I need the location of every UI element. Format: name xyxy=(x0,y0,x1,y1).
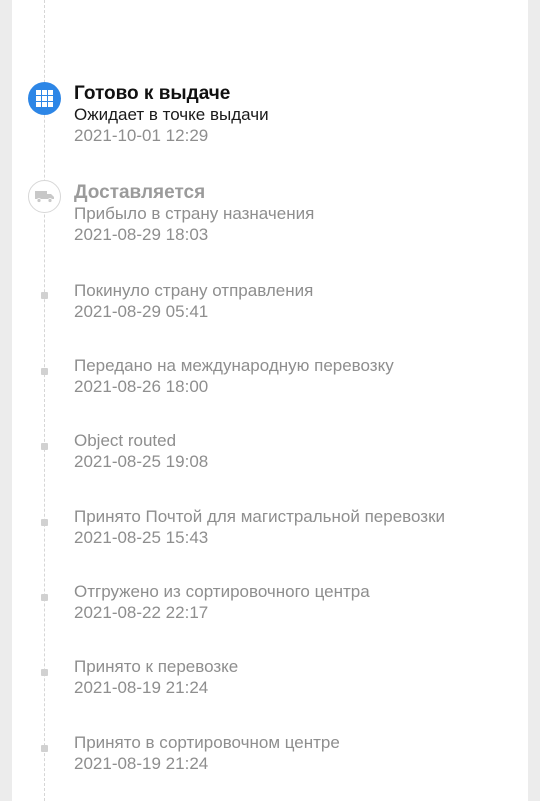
timeline-dot xyxy=(41,745,48,752)
event-description: Принято Почтой для магистральной перевоз… xyxy=(74,507,446,526)
event-datetime: 2021-08-19 21:24 xyxy=(74,754,209,773)
event-datetime: 2021-08-19 21:24 xyxy=(74,678,209,697)
event-description: Передано на международную перевозку xyxy=(74,356,394,375)
event-datetime: 2021-08-22 22:17 xyxy=(74,603,209,622)
event-description: Покинуло страну отправления xyxy=(74,281,314,300)
event-texts: Доставляется Прибыло в страну назначения… xyxy=(74,182,514,245)
timeline-dot xyxy=(41,594,48,601)
event-datetime: 2021-08-29 18:03 xyxy=(74,225,209,244)
event-datetime: 2021-08-25 15:43 xyxy=(74,528,209,547)
event-texts: Принято Почтой для магистральной перевоз… xyxy=(74,506,514,548)
grid-icon xyxy=(36,90,53,107)
event-datetime: 2021-10-01 12:29 xyxy=(74,126,209,145)
event-title: Доставляется xyxy=(74,182,206,203)
status-marker xyxy=(28,180,61,213)
event-description: Принято в сортировочном центре xyxy=(74,733,340,752)
tracking-history-card: Готово к выдаче Ожидает в точке выдачи 2… xyxy=(12,0,528,801)
event-title: Готово к выдаче xyxy=(74,83,231,104)
timeline-dot xyxy=(41,292,48,299)
status-marker-active xyxy=(28,82,61,115)
truck-icon xyxy=(34,191,54,203)
event-description: Принято к перевозке xyxy=(74,657,239,676)
event-texts: Передано на международную перевозку 2021… xyxy=(74,355,514,397)
event-description: Отгружено из сортировочного центра xyxy=(74,582,370,601)
event-description: Прибыло в страну назначения xyxy=(74,204,315,223)
event-datetime: 2021-08-29 05:41 xyxy=(74,302,209,321)
event-texts: Покинуло страну отправления 2021-08-29 0… xyxy=(74,280,514,322)
event-texts: Принято к перевозке 2021-08-19 21:24 xyxy=(74,656,514,698)
event-texts: Отгружено из сортировочного центра 2021-… xyxy=(74,581,514,623)
event-description: Ожидает в точке выдачи xyxy=(74,105,269,124)
timeline-dot xyxy=(41,669,48,676)
event-texts: Принято в сортировочном центре 2021-08-1… xyxy=(74,732,514,774)
event-datetime: 2021-08-25 19:08 xyxy=(74,452,209,471)
timeline-dot xyxy=(41,519,48,526)
event-datetime: 2021-08-26 18:00 xyxy=(74,377,209,396)
timeline-dot xyxy=(41,443,48,450)
timeline-dot xyxy=(41,368,48,375)
timeline-line xyxy=(44,0,45,801)
event-texts: Object routed 2021-08-25 19:08 xyxy=(74,430,514,472)
event-description: Object routed xyxy=(74,431,177,450)
event-texts: Готово к выдаче Ожидает в точке выдачи 2… xyxy=(74,83,514,146)
